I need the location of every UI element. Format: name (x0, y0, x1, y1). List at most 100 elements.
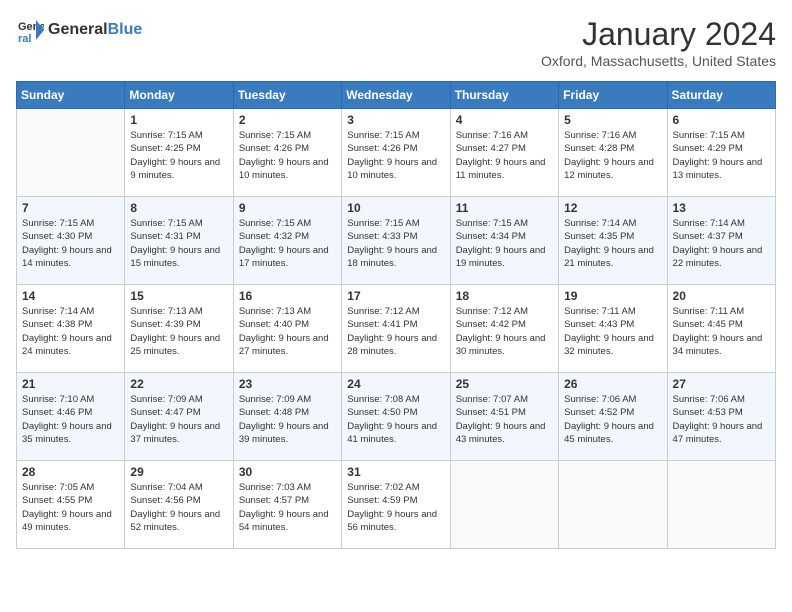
day-number: 10 (347, 201, 444, 215)
calendar-cell: 15Sunrise: 7:13 AMSunset: 4:39 PMDayligh… (125, 285, 233, 373)
calendar-cell: 23 Sunrise: 7:09 AMSunset: 4:48 PMDayligh… (233, 373, 341, 461)
day-detail: Sunrise: 7:09 AMSunset: 4:48 PMDaylight:… (239, 393, 336, 446)
calendar-cell: 20 Sunrise: 7:11 AMSunset: 4:45 PMDayligh… (667, 285, 775, 373)
calendar-cell: 2 Sunrise: 7:15 AMSunset: 4:26 PMDaylight… (233, 109, 341, 197)
calendar-cell: 14Sunrise: 7:14 AMSunset: 4:38 PMDayligh… (17, 285, 125, 373)
calendar-cell: 11 Sunrise: 7:15 AMSunset: 4:34 PMDayligh… (450, 197, 558, 285)
day-number: 1 (130, 113, 227, 127)
calendar-table: SundayMondayTuesdayWednesdayThursdayFrid… (16, 81, 776, 549)
day-detail: Sunrise: 7:15 AMSunset: 4:34 PMDaylight:… (456, 217, 553, 270)
day-detail: Sunrise: 7:13 AMSunset: 4:40 PMDaylight:… (239, 305, 336, 358)
svg-text:ral: ral (18, 33, 31, 44)
calendar-cell: 7 Sunrise: 7:15 AMSunset: 4:30 PMDaylight… (17, 197, 125, 285)
calendar-cell: 28 Sunrise: 7:05 AMSunset: 4:55 PMDayligh… (17, 461, 125, 549)
day-detail: Sunrise: 7:15 AMSunset: 4:30 PMDaylight:… (22, 217, 119, 270)
day-detail: Sunrise: 7:02 AMSunset: 4:59 PMDaylight:… (347, 481, 444, 534)
day-detail: Sunrise: 7:15 AMSunset: 4:33 PMDaylight:… (347, 217, 444, 270)
logo-general: General (48, 21, 108, 38)
calendar-cell (559, 461, 667, 549)
calendar-cell: 18 Sunrise: 7:12 AMSunset: 4:42 PMDayligh… (450, 285, 558, 373)
day-detail: Sunrise: 7:15 AMSunset: 4:32 PMDaylight:… (239, 217, 336, 270)
day-number: 28 (22, 465, 119, 479)
day-number: 6 (673, 113, 770, 127)
calendar-cell: 16 Sunrise: 7:13 AMSunset: 4:40 PMDayligh… (233, 285, 341, 373)
day-detail: Sunrise: 7:15 AMSunset: 4:31 PMDaylight:… (130, 217, 227, 270)
day-number: 19 (564, 289, 661, 303)
calendar-cell (450, 461, 558, 549)
logo-icon: Gene ral (16, 16, 44, 44)
day-detail: Sunrise: 7:15 AMSunset: 4:25 PMDaylight:… (130, 129, 227, 182)
day-number: 24 (347, 377, 444, 391)
title-block: January 2024 Oxford, Massachusetts, Unit… (541, 16, 776, 69)
day-detail: Sunrise: 7:14 AMSunset: 4:35 PMDaylight:… (564, 217, 661, 270)
day-number: 16 (239, 289, 336, 303)
calendar-cell: 12Sunrise: 7:14 AMSunset: 4:35 PMDayligh… (559, 197, 667, 285)
day-number: 20 (673, 289, 770, 303)
week-row-4: 21Sunrise: 7:10 AMSunset: 4:46 PMDayligh… (17, 373, 776, 461)
day-detail: Sunrise: 7:16 AMSunset: 4:27 PMDaylight:… (456, 129, 553, 182)
col-header-sunday: Sunday (17, 82, 125, 109)
day-detail: Sunrise: 7:15 AMSunset: 4:29 PMDaylight:… (673, 129, 770, 182)
calendar-cell: 1 Sunrise: 7:15 AMSunset: 4:25 PMDaylight… (125, 109, 233, 197)
day-detail: Sunrise: 7:06 AMSunset: 4:53 PMDaylight:… (673, 393, 770, 446)
calendar-cell: 17 Sunrise: 7:12 AMSunset: 4:41 PMDayligh… (342, 285, 450, 373)
location-subtitle: Oxford, Massachusetts, United States (541, 53, 776, 69)
day-detail: Sunrise: 7:03 AMSunset: 4:57 PMDaylight:… (239, 481, 336, 534)
day-detail: Sunrise: 7:09 AMSunset: 4:47 PMDaylight:… (130, 393, 227, 446)
day-number: 23 (239, 377, 336, 391)
week-row-5: 28 Sunrise: 7:05 AMSunset: 4:55 PMDayligh… (17, 461, 776, 549)
day-number: 29 (130, 465, 227, 479)
day-number: 11 (456, 201, 553, 215)
calendar-cell: 8 Sunrise: 7:15 AMSunset: 4:31 PMDaylight… (125, 197, 233, 285)
week-row-2: 7 Sunrise: 7:15 AMSunset: 4:30 PMDaylight… (17, 197, 776, 285)
day-number: 8 (130, 201, 227, 215)
day-detail: Sunrise: 7:11 AMSunset: 4:45 PMDaylight:… (673, 305, 770, 358)
day-number: 14 (22, 289, 119, 303)
day-number: 7 (22, 201, 119, 215)
day-number: 5 (564, 113, 661, 127)
day-detail: Sunrise: 7:14 AMSunset: 4:37 PMDaylight:… (673, 217, 770, 270)
day-number: 26 (564, 377, 661, 391)
calendar-cell: 19 Sunrise: 7:11 AMSunset: 4:43 PMDayligh… (559, 285, 667, 373)
col-header-tuesday: Tuesday (233, 82, 341, 109)
day-detail: Sunrise: 7:08 AMSunset: 4:50 PMDaylight:… (347, 393, 444, 446)
day-detail: Sunrise: 7:12 AMSunset: 4:42 PMDaylight:… (456, 305, 553, 358)
calendar-cell (667, 461, 775, 549)
calendar-cell: 26Sunrise: 7:06 AMSunset: 4:52 PMDayligh… (559, 373, 667, 461)
day-detail: Sunrise: 7:13 AMSunset: 4:39 PMDaylight:… (130, 305, 227, 358)
calendar-cell: 21Sunrise: 7:10 AMSunset: 4:46 PMDayligh… (17, 373, 125, 461)
day-number: 31 (347, 465, 444, 479)
calendar-cell: 9Sunrise: 7:15 AMSunset: 4:32 PMDaylight… (233, 197, 341, 285)
day-detail: Sunrise: 7:05 AMSunset: 4:55 PMDaylight:… (22, 481, 119, 534)
calendar-cell: 30Sunrise: 7:03 AMSunset: 4:57 PMDayligh… (233, 461, 341, 549)
col-header-saturday: Saturday (667, 82, 775, 109)
calendar-cell: 13 Sunrise: 7:14 AMSunset: 4:37 PMDayligh… (667, 197, 775, 285)
day-number: 18 (456, 289, 553, 303)
day-number: 22 (130, 377, 227, 391)
day-number: 2 (239, 113, 336, 127)
day-number: 17 (347, 289, 444, 303)
day-detail: Sunrise: 7:15 AMSunset: 4:26 PMDaylight:… (239, 129, 336, 182)
calendar-cell (17, 109, 125, 197)
day-detail: Sunrise: 7:07 AMSunset: 4:51 PMDaylight:… (456, 393, 553, 446)
col-header-monday: Monday (125, 82, 233, 109)
header-row: SundayMondayTuesdayWednesdayThursdayFrid… (17, 82, 776, 109)
month-title: January 2024 (541, 16, 776, 53)
week-row-3: 14Sunrise: 7:14 AMSunset: 4:38 PMDayligh… (17, 285, 776, 373)
day-number: 13 (673, 201, 770, 215)
day-detail: Sunrise: 7:04 AMSunset: 4:56 PMDaylight:… (130, 481, 227, 534)
calendar-cell: 5Sunrise: 7:16 AMSunset: 4:28 PMDaylight… (559, 109, 667, 197)
day-number: 3 (347, 113, 444, 127)
logo-blue: Blue (108, 21, 143, 38)
calendar-cell: 25 Sunrise: 7:07 AMSunset: 4:51 PMDayligh… (450, 373, 558, 461)
calendar-cell: 24 Sunrise: 7:08 AMSunset: 4:50 PMDayligh… (342, 373, 450, 461)
calendar-cell: 6 Sunrise: 7:15 AMSunset: 4:29 PMDaylight… (667, 109, 775, 197)
week-row-1: 1 Sunrise: 7:15 AMSunset: 4:25 PMDaylight… (17, 109, 776, 197)
calendar-cell: 27Sunrise: 7:06 AMSunset: 4:53 PMDayligh… (667, 373, 775, 461)
calendar-cell: 31 Sunrise: 7:02 AMSunset: 4:59 PMDayligh… (342, 461, 450, 549)
day-detail: Sunrise: 7:15 AMSunset: 4:26 PMDaylight:… (347, 129, 444, 182)
day-detail: Sunrise: 7:11 AMSunset: 4:43 PMDaylight:… (564, 305, 661, 358)
day-number: 25 (456, 377, 553, 391)
col-header-friday: Friday (559, 82, 667, 109)
day-detail: Sunrise: 7:12 AMSunset: 4:41 PMDaylight:… (347, 305, 444, 358)
